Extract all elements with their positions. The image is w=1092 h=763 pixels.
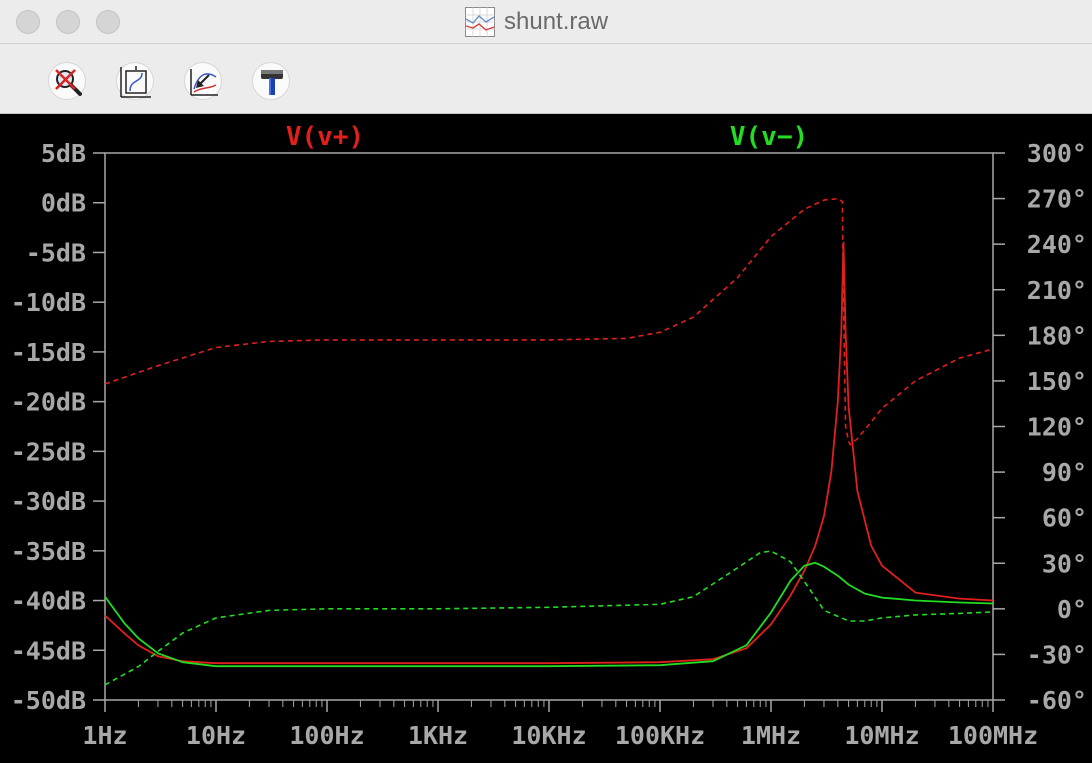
autorange-icon [120,66,151,98]
zoom-back-icon [190,69,218,96]
y-left-tick-label: -25dB [11,437,86,466]
y-right-tick-label: 300° [1027,139,1087,168]
waveform-document-icon [465,7,495,37]
close-window-button[interactable] [16,10,40,34]
y-right-tick-label: 150° [1027,367,1087,396]
x-tick-label: 10MHz [844,721,919,750]
y-left-tick-label: -15dB [11,338,86,367]
y-left-tick-label: -45dB [11,636,86,665]
y-left-tick-label: -5dB [26,238,86,267]
zoom-back-button[interactable] [184,62,222,100]
plot-area[interactable]: 1Hz 10Hz 100Hz 1KHz 10KHz 100KHz 1MHz 10MHz 100M… [0,114,1092,758]
x-tick-label: 100KHz [615,721,705,750]
y-right-tick-label: 270° [1027,185,1087,214]
title-bar: shunt.raw [0,0,1092,44]
y-left-tick-label: -30dB [11,487,86,516]
y-right-tick-label: 180° [1027,321,1087,350]
zoom-window-button[interactable] [96,10,120,34]
y-right-tick-label: 0° [1057,595,1087,624]
series-v-plus-magnitude-line [104,241,994,665]
y-left-tick-label: 0dB [41,189,86,218]
y-right-tick-label: 210° [1027,276,1087,305]
y-right-tick-label: 90° [1042,458,1087,487]
legend-entry-v-plus: V(v+) [286,122,364,152]
window-title-group: shunt.raw [464,4,608,40]
toolbar [0,44,1092,114]
y-right-tick-label: 30° [1042,549,1087,578]
series-v-minus-magnitude-line [104,561,994,668]
y-right-tick-label: -60° [1027,686,1087,715]
legend-entry-v-minus: V(v−) [730,122,808,152]
window-title: shunt.raw [504,8,609,35]
series-v-minus-phase-line [104,550,994,686]
bode-plot-chart[interactable]: 1Hz 10Hz 100Hz 1KHz 10KHz 100KHz 1MHz 10MHz 100M… [0,114,1092,758]
y-left-tick-label: -35dB [11,537,86,566]
x-tick-label: 1KHz [408,721,468,750]
y-right-tick-label: 120° [1027,413,1087,442]
x-tick-label: 10KHz [511,721,586,750]
autorange-button[interactable] [116,62,154,100]
x-tick-label: 1MHz [741,721,801,750]
series-v-plus-phase-line [104,197,994,446]
x-tick-label: 100Hz [289,721,364,750]
minimize-window-button[interactable] [56,10,80,34]
y-left-tick-label: -40dB [11,587,86,616]
y-right-tick-label: 60° [1042,504,1087,533]
plot-frame [104,152,994,701]
y-left-tick-label: 5dB [41,139,86,168]
y-right-tick-label: 240° [1027,230,1087,259]
hammer-icon [261,70,283,95]
y-left-tick-label: -20dB [11,388,86,417]
hammer-button[interactable] [252,62,290,100]
y-left-tick-label: -10dB [11,288,86,317]
zoom-cancel-button[interactable] [48,62,86,100]
y-right-tick-label: -30° [1027,640,1087,669]
x-tick-label: 1Hz [82,721,127,750]
x-tick-label: 100MHz [948,721,1038,750]
x-tick-label: 10Hz [186,721,246,750]
zoom-cancel-icon [55,69,82,96]
y-left-tick-label: -50dB [11,686,86,715]
